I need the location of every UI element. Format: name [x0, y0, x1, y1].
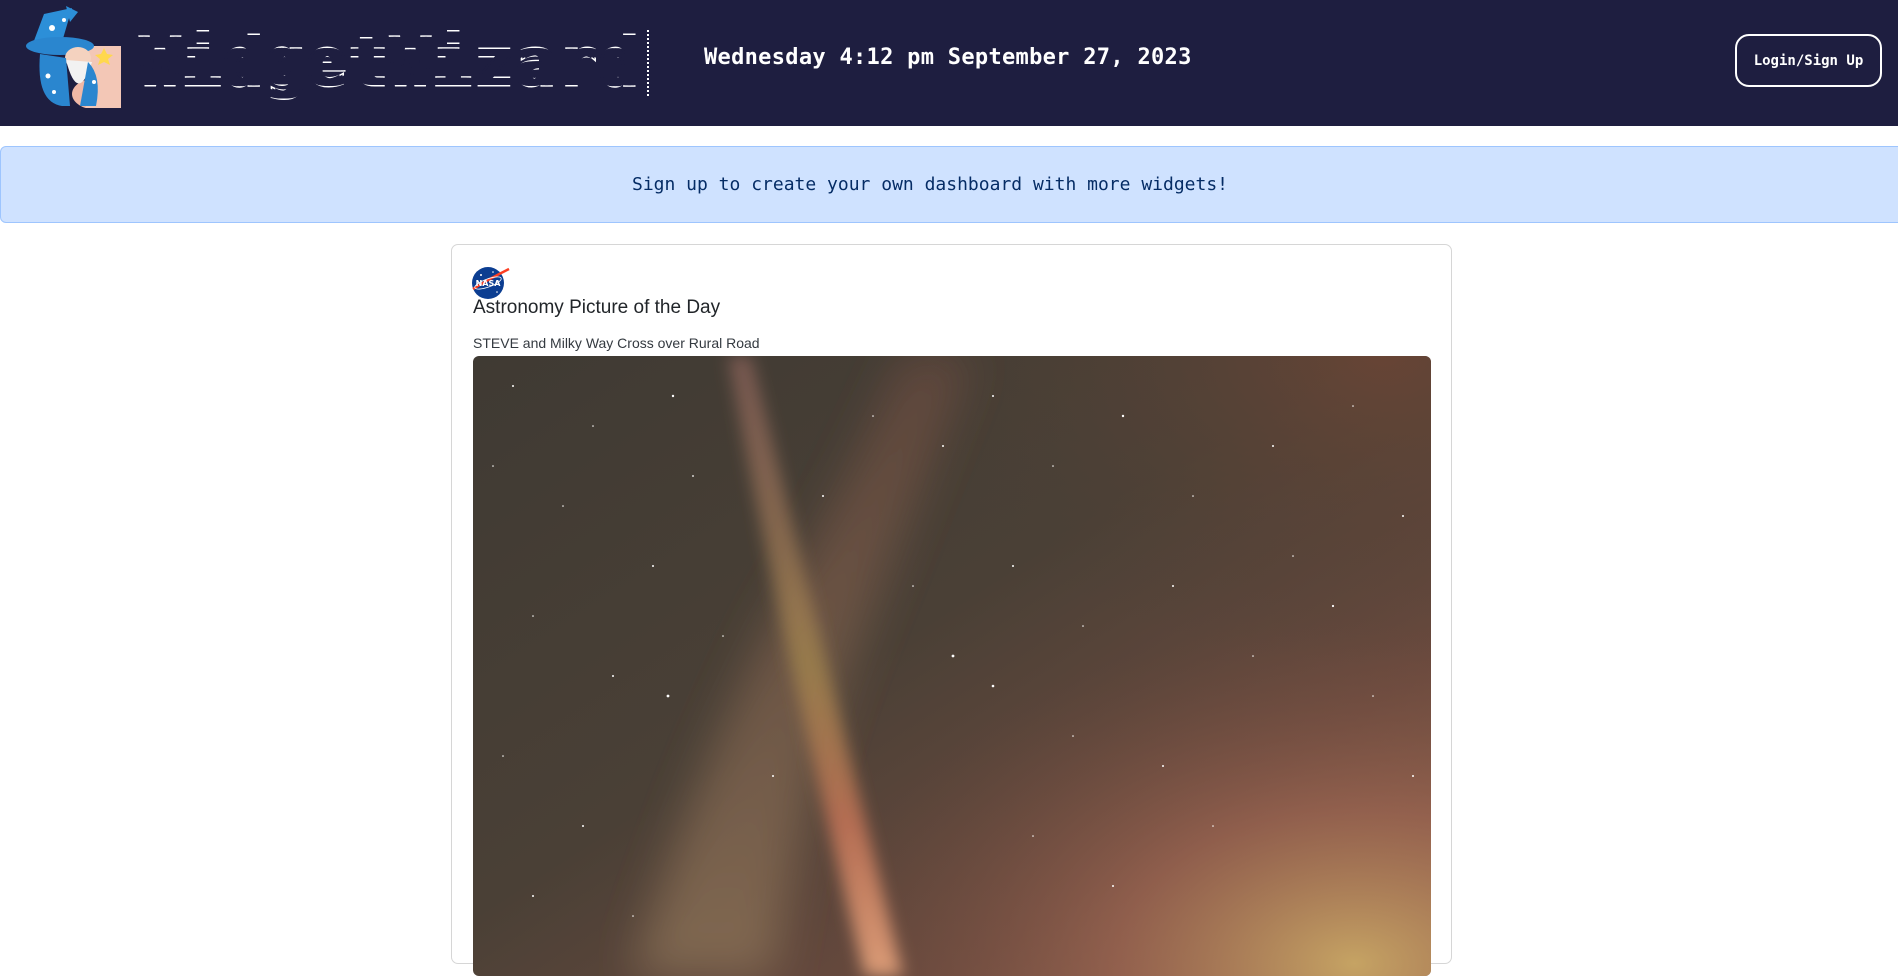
- apod-photo[interactable]: [473, 356, 1431, 976]
- current-datetime: Wednesday 4:12 pm September 27, 2023: [704, 45, 1192, 70]
- signup-alert-banner: Sign up to create your own dashboard wit…: [0, 146, 1898, 223]
- apod-widget-card: NASA Astronomy Picture of the Day STEVE …: [451, 244, 1452, 976]
- signup-alert-text: Sign up to create your own dashboard wit…: [631, 174, 1229, 195]
- apod-image-caption: STEVE and Milky Way Cross over Rural Roa…: [473, 335, 760, 351]
- app-logo-wordmark: WidgetWizard: [139, 28, 649, 97]
- wizard-mascot-icon[interactable]: [26, 6, 124, 110]
- apod-title: Astronomy Picture of the Day: [473, 297, 721, 318]
- app-logo-text[interactable]: WidgetWizard: [139, 28, 649, 98]
- navbar: WidgetWizard Wednesday 4:12 pm September…: [0, 0, 1898, 126]
- nasa-logo-icon: NASA: [471, 265, 511, 301]
- svg-text:NASA: NASA: [476, 279, 502, 288]
- login-signup-button[interactable]: Login/Sign Up: [1735, 34, 1882, 87]
